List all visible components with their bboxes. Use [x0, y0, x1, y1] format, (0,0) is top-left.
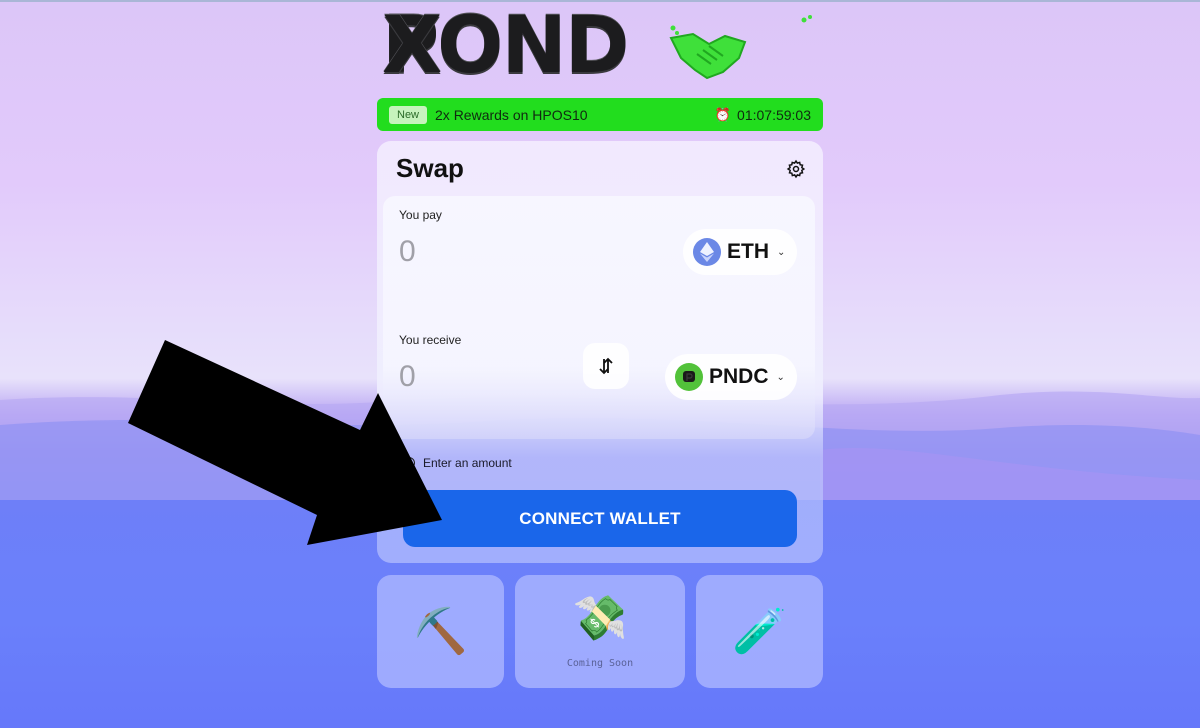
ethereum-icon [693, 238, 721, 266]
promo-text: 2x Rewards on HPOS10 [435, 106, 588, 123]
logo-text-x: X [382, 1, 442, 91]
swap-vertical-icon [599, 357, 613, 375]
swap-card: Swap You pay 0 ETH ⌄ You receive 0 PNDC [377, 141, 823, 563]
sparkle-dots-icon [801, 15, 812, 23]
receive-amount-input[interactable]: 0 [399, 360, 416, 394]
pay-token-selector[interactable]: ETH ⌄ [683, 229, 798, 275]
pay-amount-input[interactable]: 0 [399, 235, 416, 269]
you-pay-label: You pay [399, 208, 442, 222]
chevron-down-icon: ⌄ [776, 371, 785, 383]
status-hint: Enter an amount [403, 456, 512, 470]
coming-soon-label: Coming Soon [566, 658, 634, 669]
test-tube-icon: 🧪 [732, 606, 787, 656]
alarm-clock-icon: ⏰ [714, 106, 732, 122]
swap-title: Swap [396, 153, 464, 183]
gear-icon[interactable] [786, 159, 806, 179]
hint-text: Enter an amount [423, 456, 512, 470]
pondx-logo[interactable]: POND X [382, 1, 822, 91]
coming-soon-tile[interactable]: 💸 Coming Soon [515, 575, 685, 688]
pay-token-symbol: ETH [727, 240, 769, 263]
pndc-icon [675, 363, 703, 391]
flip-tokens-button[interactable] [583, 343, 629, 389]
countdown-timer: 01:07:59:03 [737, 106, 811, 123]
money-wings-icon: 💸 [572, 594, 628, 643]
lab-tile[interactable]: 🧪 [696, 575, 823, 688]
chevron-down-icon: ⌄ [777, 246, 786, 258]
mining-tile[interactable]: ⛏️ [377, 575, 504, 688]
new-badge: New [389, 105, 428, 124]
receive-token-symbol: PNDC [709, 365, 769, 388]
pickaxe-icon: ⛏️ [413, 606, 468, 656]
info-circle-icon [403, 457, 415, 469]
promo-banner[interactable]: New 2x Rewards on HPOS10 ⏰ 01:07:59:03 [377, 98, 823, 131]
connect-wallet-button[interactable]: CONNECT WALLET [403, 490, 797, 547]
you-receive-label: You receive [399, 333, 462, 347]
swap-inputs-panel: You pay 0 ETH ⌄ You receive 0 PNDC ⌄ [383, 196, 815, 439]
receive-token-selector[interactable]: PNDC ⌄ [665, 354, 797, 400]
